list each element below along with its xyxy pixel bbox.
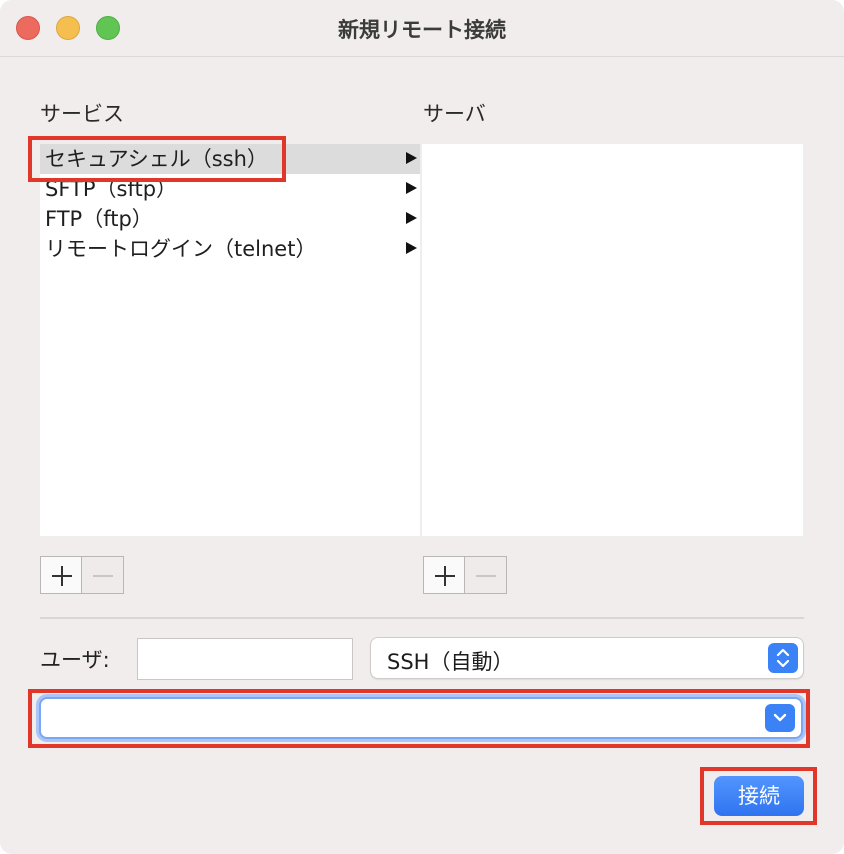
- service-add-remove-group: [40, 556, 124, 596]
- window-title: 新規リモート接続: [338, 18, 506, 42]
- service-item-ftp[interactable]: FTP（ftp）: [40, 204, 420, 234]
- plus-icon: [41, 557, 81, 593]
- user-label: ユーザ:: [40, 648, 110, 672]
- services-list[interactable]: セキュアシェル（ssh） SFTP（sftp） FTP（ftp） リモートログイ…: [40, 144, 420, 536]
- disclosure-arrow-icon: [406, 182, 417, 194]
- servers-label: サーバ: [423, 102, 486, 126]
- disclosure-arrow-icon: [406, 152, 417, 164]
- host-combo-box[interactable]: [39, 697, 803, 739]
- disclosure-arrow-icon: [406, 212, 417, 224]
- service-item-sftp[interactable]: SFTP（sftp）: [40, 174, 420, 204]
- service-item-label: FTP（ftp）: [45, 207, 153, 231]
- minus-icon: [82, 557, 123, 593]
- chevron-up-down-icon[interactable]: [768, 643, 798, 673]
- chevron-down-icon: [773, 713, 787, 722]
- new-remote-connection-window: 新規リモート接続 サービス サーバ セキュアシェル（ssh） SFTP（sftp…: [0, 0, 844, 854]
- add-server-button[interactable]: [423, 556, 465, 594]
- service-item-telnet[interactable]: リモートログイン（telnet）: [40, 234, 420, 264]
- divider: [40, 617, 804, 619]
- protocol-select[interactable]: SSH（自動）: [370, 637, 804, 679]
- service-item-label: SFTP（sftp）: [45, 177, 178, 201]
- servers-list[interactable]: [422, 144, 803, 536]
- services-label: サービス: [40, 102, 124, 126]
- remove-service-button[interactable]: [82, 556, 124, 594]
- host-dropdown-button[interactable]: [765, 704, 795, 732]
- minus-icon: [465, 557, 506, 593]
- server-add-remove-group: [423, 556, 507, 596]
- connect-button[interactable]: 接続: [714, 776, 804, 816]
- plus-icon: [424, 557, 464, 593]
- remove-server-button[interactable]: [465, 556, 507, 594]
- service-item-ssh[interactable]: セキュアシェル（ssh）: [40, 144, 420, 174]
- service-item-label: リモートログイン（telnet）: [45, 237, 317, 261]
- protocol-selected-value: SSH（自動）: [387, 650, 514, 674]
- disclosure-arrow-icon: [406, 242, 417, 254]
- service-item-label: セキュアシェル（ssh）: [45, 147, 268, 171]
- add-service-button[interactable]: [40, 556, 82, 594]
- host-input[interactable]: [49, 703, 753, 735]
- title-bar: 新規リモート接続: [0, 0, 844, 57]
- user-input[interactable]: [137, 638, 353, 680]
